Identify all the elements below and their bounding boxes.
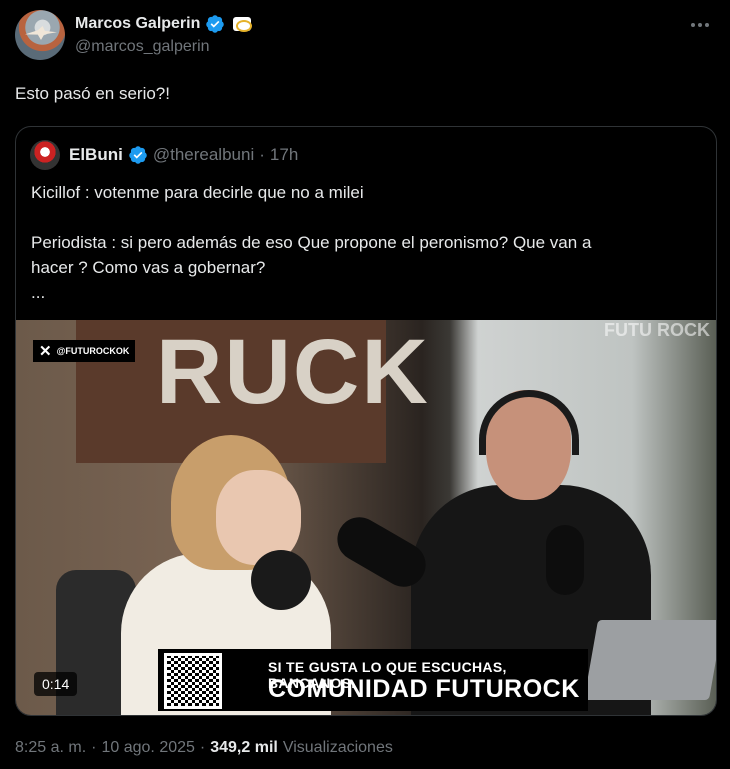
microphone-image: [546, 525, 584, 595]
quoted-time: 17h: [269, 145, 299, 164]
tweet-meta: 8:25 a. m. · 10 ago. 2025 · 349,2 mil Vi…: [15, 739, 393, 757]
quoted-verified-badge-icon: [129, 146, 147, 164]
tweet-text: Esto pasó en serio?!: [15, 84, 170, 103]
author-avatar[interactable]: [15, 10, 65, 60]
quoted-line: Periodista : si pero además de eso Que p…: [31, 233, 592, 252]
quoted-header: ElBuni @therealbuni · 17h: [30, 140, 299, 170]
video-duration-badge: 0:14: [34, 672, 78, 696]
more-options-icon[interactable]: [685, 10, 715, 40]
quoted-name: ElBuni: [69, 145, 123, 164]
quoted-separator: ·: [259, 145, 265, 164]
wall-sign-text: RUCK: [156, 321, 430, 423]
author-handle[interactable]: @marcos_galperin: [75, 38, 210, 56]
avatar-bird-image: [25, 26, 57, 40]
author-name-row: Marcos Galperin: [75, 13, 253, 35]
video-watermark: ✕ @FUTUROCKOK: [33, 340, 136, 362]
quoted-handle: @therealbuni: [152, 145, 255, 164]
laptop-image: [583, 620, 716, 700]
views-label: Visualizaciones: [282, 739, 393, 756]
tweet-header: Marcos Galperin @marcos_galperin: [15, 10, 715, 62]
verified-badge-icon: [206, 15, 225, 33]
futurock-logo: FUTU ROCK: [604, 320, 710, 340]
quoted-tweet-card[interactable]: ElBuni @therealbuni · 17h Kicillof : vot…: [15, 126, 717, 716]
meta-separator: ·: [199, 739, 206, 756]
video-player[interactable]: RUCK FUTU ROCK ✕ @FUTUROCKOK SI TE GUSTA…: [16, 320, 716, 715]
x-logo-icon: ✕: [39, 343, 52, 360]
tweet-time[interactable]: 8:25 a. m.: [15, 739, 86, 757]
headphones-image: [251, 550, 311, 610]
quoted-line: hacer ? Como vas a gobernar?: [31, 258, 266, 277]
quoted-avatar: [30, 140, 60, 170]
qr-code-icon: [164, 653, 222, 709]
banner-line-2: COMUNIDAD FUTUROCK: [268, 675, 580, 703]
quoted-line: Kicillof : votenme para decirle que no a…: [31, 183, 364, 202]
author-name[interactable]: Marcos Galperin: [75, 15, 200, 33]
affiliate-badge-icon[interactable]: [233, 17, 253, 32]
watermark-text: @FUTUROCKOK: [56, 346, 130, 356]
tweet-date[interactable]: 10 ago. 2025: [101, 739, 194, 757]
quoted-text: Kicillof : votenme para decirle que no a…: [31, 180, 701, 305]
quoted-line: ...: [31, 283, 46, 302]
meta-separator: ·: [91, 739, 97, 756]
headphones-image: [479, 390, 579, 455]
views-count: 349,2 mil: [210, 739, 278, 756]
video-banner: SI TE GUSTA LO QUE ESCUCHAS, BANCANOS. C…: [158, 649, 588, 711]
